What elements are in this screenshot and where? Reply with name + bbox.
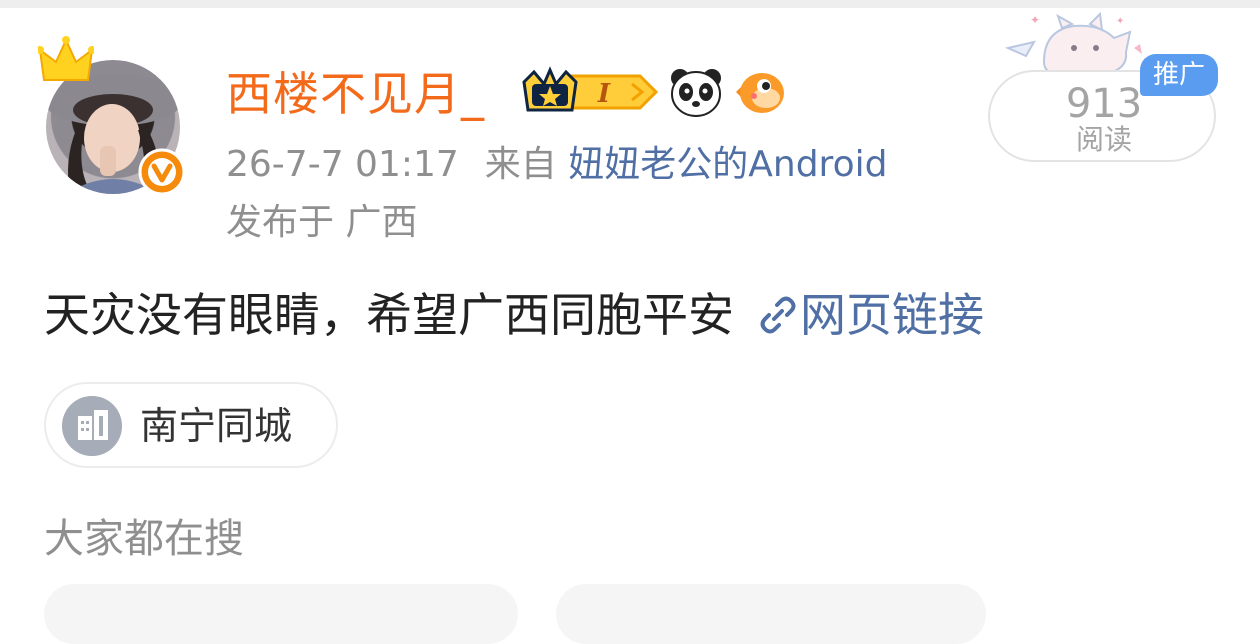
search-suggestion-pill[interactable]: [44, 584, 518, 644]
svg-text:✦: ✦: [1030, 13, 1040, 27]
vip-level-badge[interactable]: I: [520, 66, 660, 118]
author-name[interactable]: 西楼不见月_: [226, 66, 485, 122]
web-link[interactable]: 网页链接: [734, 288, 984, 342]
vip-level-text: I: [597, 79, 611, 109]
crown-icon: [38, 36, 94, 81]
source-link[interactable]: 妞妞老公的Android: [568, 144, 887, 185]
panda-emoji-badge: [671, 69, 721, 117]
post-body: 天灾没有眼睛，希望广西同胞平安 网页链接: [44, 284, 984, 346]
author-avatar-container[interactable]: [38, 36, 188, 196]
post-location: 发布于 广西: [226, 202, 418, 243]
building-icon: [62, 396, 122, 456]
topic-chip[interactable]: 南宁同城: [44, 382, 338, 468]
topic-label: 南宁同城: [140, 404, 293, 448]
post-time: 26-7-7 01:17: [226, 144, 459, 185]
link-icon: [760, 296, 796, 334]
verified-v-icon: [138, 148, 186, 196]
post-text: 天灾没有眼睛，希望广西同胞平安: [44, 288, 734, 342]
web-link-label: 网页链接: [800, 288, 984, 342]
promote-badge[interactable]: 推广: [1140, 54, 1218, 96]
read-label: 阅读: [1075, 123, 1132, 156]
post-meta: 26-7-7 01:17 来自 妞妞老公的Android: [226, 142, 887, 188]
source-prefix: 来自: [484, 144, 557, 185]
svg-text:✦: ✦: [1116, 16, 1124, 27]
search-suggestion-pill[interactable]: [556, 584, 986, 644]
top-divider: [0, 0, 1260, 8]
pufferfish-emoji-badge: [736, 73, 784, 113]
trending-search-title: 大家都在搜: [44, 516, 244, 562]
